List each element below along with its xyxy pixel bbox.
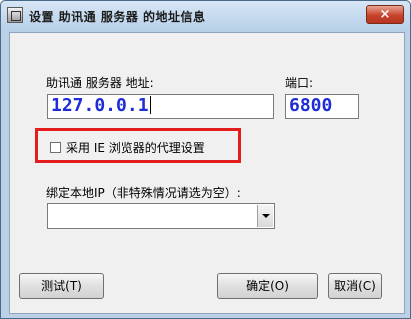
port-input[interactable]: 6800: [285, 94, 359, 119]
red-highlight-box: [35, 128, 241, 163]
dialog-body: 助讯通 服务器 地址: 127.0.0.1 端口: 6800 采用 IE 浏览器…: [9, 32, 405, 314]
bind-ip-select[interactable]: [47, 203, 275, 229]
cancel-button[interactable]: 取消(C): [328, 273, 382, 299]
settings-dialog: 设置 助讯通 服务器 的地址信息 × 助讯通 服务器 地址: 127.0.0.1…: [0, 0, 411, 319]
port-label: 端口:: [285, 76, 314, 90]
port-value: 6800: [289, 95, 333, 116]
title-bar[interactable]: 设置 助讯通 服务器 的地址信息 ×: [1, 1, 410, 31]
dropdown-arrow-icon[interactable]: [257, 205, 273, 227]
bind-ip-label: 绑定本地IP（非特殊情况请选为空）:: [46, 186, 241, 200]
server-address-input[interactable]: 127.0.0.1: [47, 94, 274, 119]
test-button[interactable]: 测试(T): [19, 273, 104, 299]
text-caret: [149, 96, 151, 114]
dialog-title: 设置 助讯通 服务器 的地址信息: [29, 10, 206, 24]
app-icon: [7, 7, 23, 23]
server-address-label: 助讯通 服务器 地址:: [46, 76, 154, 90]
server-address-value: 127.0.0.1: [51, 95, 149, 116]
close-button[interactable]: ×: [366, 5, 404, 24]
ok-button[interactable]: 确定(O): [217, 273, 318, 299]
